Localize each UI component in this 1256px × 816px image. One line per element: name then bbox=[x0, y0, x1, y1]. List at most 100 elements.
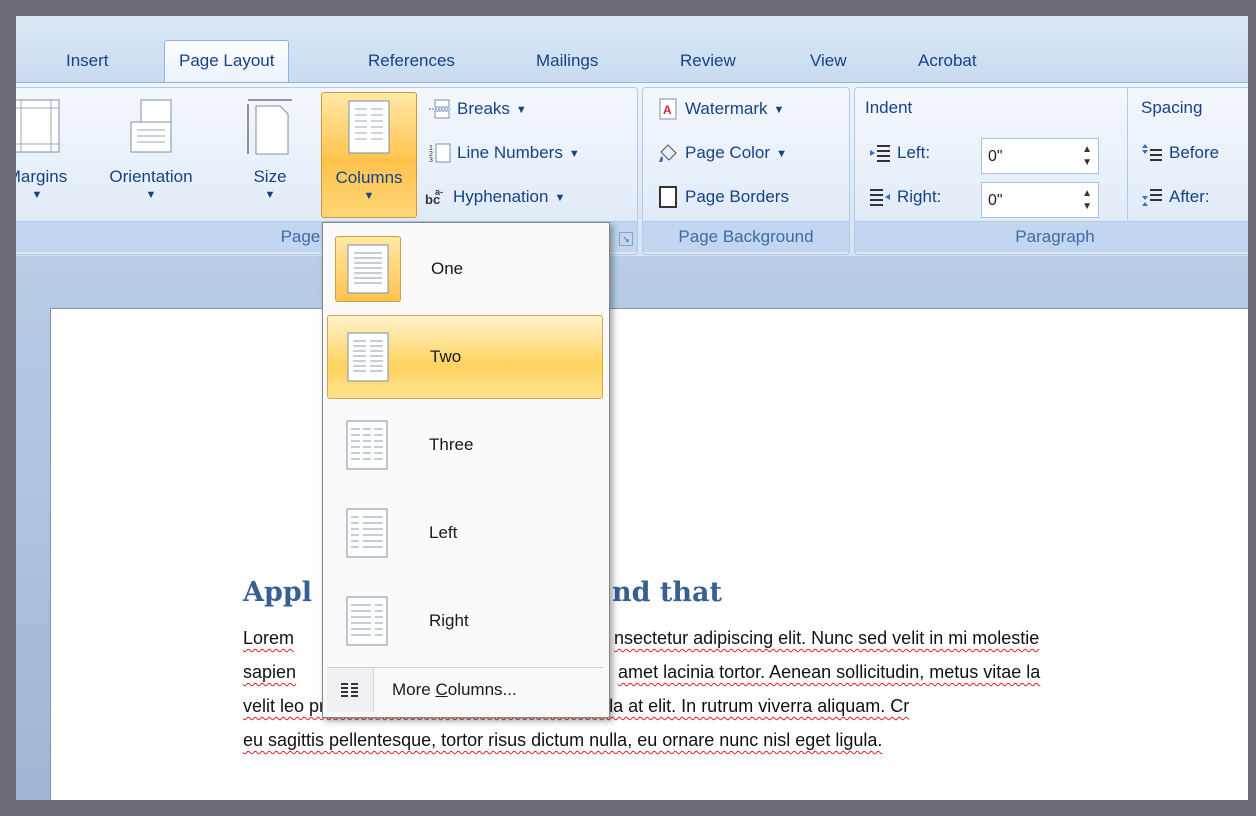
more-columns-accelerator: C bbox=[435, 680, 448, 699]
menu-item-label: Right bbox=[429, 611, 469, 630]
orientation-button[interactable]: Orientation ▼ bbox=[89, 96, 213, 201]
heading-text-right: nd that bbox=[611, 577, 722, 608]
menu-item-right[interactable]: Right bbox=[327, 579, 603, 663]
group-paragraph: Indent Left: 0" ▲ ▼ Right: 0" ▲ ▼ Spacing … bbox=[854, 87, 1248, 255]
svg-text:3: 3 bbox=[429, 157, 433, 164]
indent-right-input[interactable]: 0" ▲ ▼ bbox=[981, 182, 1099, 218]
menu-item-label: One bbox=[431, 259, 464, 278]
line-text-right: nsectetur adipiscing elit. Nunc sed veli… bbox=[614, 628, 1040, 648]
page-borders-button[interactable]: Page Borders bbox=[657, 186, 789, 208]
margins-button[interactable]: Margins ▼ bbox=[16, 96, 79, 201]
menu-item-two[interactable]: Two bbox=[327, 315, 603, 399]
more-columns-label: More Columns... bbox=[392, 680, 517, 700]
svg-text:a-: a- bbox=[435, 187, 443, 197]
word-window: Insert Page Layout References Mailings R… bbox=[16, 16, 1248, 800]
indent-left-value: 0" bbox=[988, 148, 1003, 165]
more-columns-icon bbox=[327, 668, 374, 712]
menu-item-three[interactable]: Three bbox=[327, 403, 603, 487]
spacing-after-icon bbox=[1142, 189, 1162, 206]
page-borders-label: Page Borders bbox=[685, 187, 789, 206]
columns-icon bbox=[348, 100, 390, 154]
line-numbers-button[interactable]: 123 Line Numbers ▼ bbox=[429, 142, 580, 164]
tab-acrobat[interactable]: Acrobat bbox=[904, 46, 991, 76]
breaks-icon bbox=[429, 99, 451, 119]
line-text-left: eu sagittis pellentesque, tortor risus d… bbox=[243, 730, 883, 750]
tab-page-layout[interactable]: Page Layout bbox=[164, 40, 290, 83]
group-separator bbox=[1127, 88, 1128, 220]
spacing-heading: Spacing bbox=[1141, 98, 1203, 117]
group-page-background: A Watermark ▼ Page Color ▼ Page Borders … bbox=[642, 87, 850, 255]
paragraph-line: eu sagittis pellentesque, tortor risus d… bbox=[243, 723, 1248, 757]
more-columns-suffix: olumns... bbox=[447, 680, 517, 699]
document-area: Appl nd that Lorem nsectetur adipiscing el… bbox=[16, 256, 1248, 800]
line-text-left: Lorem bbox=[243, 628, 295, 648]
indent-left-label-wrap: Left: bbox=[869, 142, 930, 164]
chevron-down-icon: ▼ bbox=[264, 189, 276, 201]
heading-text-left: Appl bbox=[243, 577, 312, 608]
menu-item-left[interactable]: Left bbox=[327, 491, 603, 575]
tab-insert[interactable]: Insert bbox=[52, 46, 123, 76]
columns-button[interactable]: Columns ▼ bbox=[321, 92, 417, 218]
indent-right-label-wrap: Right: bbox=[869, 186, 941, 208]
indent-heading: Indent bbox=[865, 98, 913, 117]
tab-review[interactable]: Review bbox=[666, 46, 750, 76]
chevron-down-icon: ▼ bbox=[363, 190, 375, 202]
hyphenation-label: Hyphenation bbox=[453, 187, 549, 206]
chevron-down-icon: ▼ bbox=[773, 104, 785, 116]
margins-icon bbox=[16, 99, 60, 153]
spacing-before-icon bbox=[1142, 144, 1162, 161]
ribbon-tab-bar: Insert Page Layout References Mailings R… bbox=[16, 16, 1248, 83]
more-columns-item[interactable]: More Columns... bbox=[327, 667, 603, 712]
page-color-button[interactable]: Page Color ▼ bbox=[657, 142, 787, 164]
watermark-button[interactable]: A Watermark ▼ bbox=[657, 98, 784, 120]
indent-right-value: 0" bbox=[988, 192, 1003, 209]
menu-item-label: Three bbox=[429, 435, 474, 454]
tab-mailings[interactable]: Mailings bbox=[522, 46, 612, 76]
spinner-arrows-icon[interactable]: ▲ ▼ bbox=[1082, 187, 1092, 213]
page-borders-icon bbox=[659, 186, 677, 208]
two-columns-icon bbox=[336, 325, 400, 389]
indent-left-input[interactable]: 0" ▲ ▼ bbox=[981, 138, 1099, 174]
three-columns-icon bbox=[335, 413, 399, 477]
size-icon bbox=[247, 99, 292, 155]
indent-right-label: Right: bbox=[897, 187, 942, 206]
indent-right-icon bbox=[870, 189, 890, 206]
hyphenation-icon: bca- bbox=[425, 187, 443, 207]
menu-item-label: Left bbox=[429, 523, 458, 542]
indent-left-label: Left: bbox=[897, 143, 931, 162]
breaks-button[interactable]: Breaks ▼ bbox=[429, 98, 527, 120]
chevron-down-icon: ▼ bbox=[568, 148, 580, 160]
line-text-right: amet lacinia tortor. Aenean sollicitudin… bbox=[618, 662, 1041, 682]
tab-view[interactable]: View bbox=[796, 46, 861, 76]
dialog-launcher-icon[interactable]: ↘ bbox=[619, 232, 633, 246]
columns-dropdown-menu: One Two Three Left Right More Columns... bbox=[322, 222, 610, 718]
menu-item-label: Two bbox=[430, 347, 462, 366]
menu-item-one[interactable]: One bbox=[327, 227, 603, 311]
left-column-icon bbox=[335, 501, 399, 565]
spacing-before-label-wrap: Before bbox=[1141, 142, 1219, 164]
line-numbers-icon: 123 bbox=[429, 143, 451, 164]
group-label-page-background: Page Background bbox=[643, 221, 849, 252]
tab-references[interactable]: References bbox=[354, 46, 469, 76]
svg-text:A: A bbox=[663, 103, 672, 117]
chevron-down-icon: ▼ bbox=[31, 189, 43, 201]
line-numbers-label: Line Numbers bbox=[457, 143, 563, 162]
spacing-after-label-wrap: After: bbox=[1141, 186, 1210, 208]
spinner-arrows-icon[interactable]: ▲ ▼ bbox=[1082, 143, 1092, 169]
columns-label: Columns bbox=[335, 168, 403, 187]
spacing-before-label: Before bbox=[1169, 143, 1220, 162]
size-label: Size bbox=[253, 167, 287, 186]
document-page[interactable]: Appl nd that Lorem nsectetur adipiscing el… bbox=[50, 308, 1248, 800]
paint-bucket-icon bbox=[659, 144, 677, 162]
size-button[interactable]: Size ▼ bbox=[235, 96, 305, 201]
line-text-left: sapien bbox=[243, 662, 297, 682]
chevron-down-icon: ▼ bbox=[515, 104, 527, 116]
watermark-icon: A bbox=[659, 98, 677, 120]
watermark-label: Watermark bbox=[685, 99, 768, 118]
hyphenation-button[interactable]: bc a- Hyphenation ▼ bbox=[425, 186, 565, 208]
right-column-icon bbox=[335, 589, 399, 653]
breaks-label: Breaks bbox=[457, 99, 510, 118]
indent-left-icon bbox=[870, 145, 890, 162]
margins-label: Margins bbox=[16, 167, 68, 186]
chevron-down-icon: ▼ bbox=[145, 189, 157, 201]
